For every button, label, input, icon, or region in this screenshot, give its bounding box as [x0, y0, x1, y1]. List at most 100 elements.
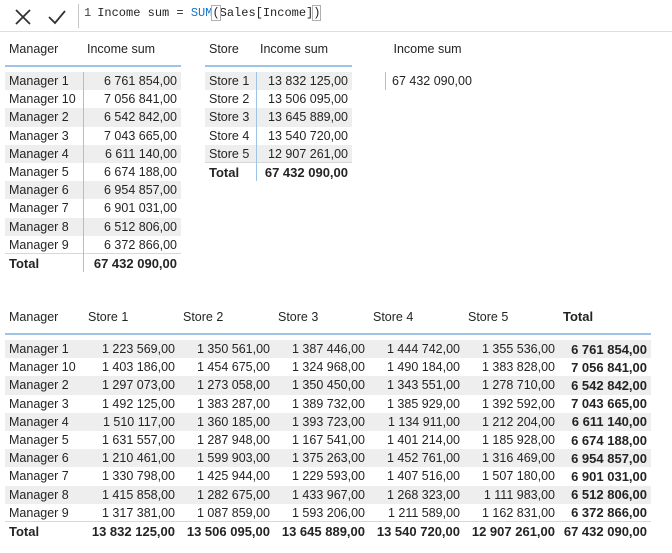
table-row: 67 432 090,00: [385, 72, 478, 91]
cell-value: 1 490 184,00: [387, 360, 460, 375]
column-header[interactable]: Store 5: [464, 300, 559, 334]
formula-bar: 1 Income sum = SUM(Sales[Income]): [0, 0, 672, 32]
total-value: 13 645 889,00: [274, 521, 369, 541]
column-header[interactable]: Store 1: [84, 300, 179, 334]
table-row: Manager 5 1 631 557,00 1 287 948,00 1 167 5…: [5, 431, 651, 449]
total-value: 13 832 125,00: [84, 521, 179, 541]
total-label: Total: [5, 253, 83, 273]
column-header[interactable]: Store 4: [369, 300, 464, 334]
column-header[interactable]: Manager: [5, 300, 84, 334]
store-income-table[interactable]: Store Income sum Store 1 13 832 125,00 Stor…: [205, 32, 352, 182]
total-row: Total 67 432 090,00: [5, 253, 181, 273]
table-header-row: Manager Store 1 Store 2 Store 3 Store 4 Store…: [5, 300, 651, 334]
table-row: Store 1 13 832 125,00: [205, 72, 352, 91]
cancel-button[interactable]: [10, 4, 36, 30]
row-label: Manager 10: [9, 360, 76, 375]
row-label: Manager 10: [9, 92, 76, 107]
line-number: 1: [84, 6, 92, 20]
manager-store-matrix[interactable]: Manager Store 1 Store 2 Store 3 Store 4 Store…: [5, 300, 651, 541]
cell-value: 13 645 889,00: [255, 108, 352, 127]
close-icon: [15, 9, 31, 25]
row-label: Manager 6: [5, 449, 84, 468]
table-row: Store 2 13 506 095,00: [205, 90, 352, 109]
table-header-row: Store Income sum: [205, 32, 352, 66]
total-value: 12 907 261,00: [464, 521, 559, 541]
cell-value: 1 223 569,00: [84, 340, 179, 359]
cell-value: 1 593 206,00: [292, 505, 365, 520]
column-header[interactable]: Store: [205, 32, 256, 66]
cell-value: 1 599 903,00: [179, 449, 274, 468]
total-value: 13 506 095,00: [179, 521, 274, 541]
cell-value: 6 372 866,00: [571, 505, 647, 521]
table-row: Manager 16 761 854,00: [5, 72, 181, 91]
column-header[interactable]: Income sum: [256, 32, 352, 66]
cell-value: 1 444 742,00: [369, 340, 464, 359]
cell-value: 1 433 967,00: [274, 485, 369, 504]
cell-value: 1 415 858,00: [84, 485, 179, 504]
column-header[interactable]: Store 3: [274, 300, 369, 334]
commit-button[interactable]: [44, 4, 70, 30]
income-sum-table[interactable]: Income sum 67 432 090,00: [385, 32, 478, 91]
table-row: Store 5 12 907 261,00: [205, 144, 352, 163]
table-row: Manager 7 6 901 031,00: [5, 199, 181, 218]
table-row: Manager 26 542 842,00: [5, 108, 181, 127]
cell-value: 6 512 806,00: [82, 217, 181, 236]
cell-value: 6 954 857,00: [82, 181, 181, 200]
cell-value: 1 403 186,00: [102, 360, 175, 375]
column-header[interactable]: Income sum: [83, 32, 181, 66]
row-label: Store 2: [209, 92, 250, 107]
table-header-row: Manager Income sum: [5, 32, 181, 66]
cell-value: 6 674 188,00: [571, 432, 647, 448]
table-row: Manager 5 6 674 188,00: [5, 162, 181, 182]
manager-income-table[interactable]: Manager Income sum Manager 16 761 854,00 M…: [5, 32, 181, 273]
measure-definition: Income sum =: [97, 6, 191, 20]
row-label: Manager 3: [9, 396, 69, 411]
row-label: Manager 1: [5, 72, 83, 91]
cell-value: 6 954 857,00: [559, 449, 651, 468]
row-label: Manager 4: [5, 144, 83, 163]
cell-value: 1 111 983,00: [464, 485, 559, 504]
column-header[interactable]: Manager: [5, 32, 83, 66]
table-row: Manager 9 6 372 866,00: [5, 235, 181, 254]
cell-value: 1 185 928,00: [482, 433, 555, 448]
cell-value: 1 392 592,00: [482, 396, 555, 411]
table-row: Manager 61 210 461,00 1 599 903,00 1 375 2…: [5, 449, 651, 468]
table-row: Manager 11 223 569,00 1 350 561,00 1 387 4…: [5, 340, 651, 359]
column-header[interactable]: Income sum: [386, 32, 478, 66]
cell-value: 6 611 140,00: [559, 412, 651, 431]
row-label: Manager 7: [9, 469, 69, 484]
table-row: Manager 3 1 492 125,00 1 383 287,00 1 389 7…: [5, 395, 651, 413]
cell-value: 12 907 261,00: [255, 144, 352, 163]
cell-value: 1 134 911,00: [369, 412, 464, 431]
cell-value: 1 393 723,00: [274, 412, 369, 431]
cell-value: 1 317 381,00: [102, 505, 175, 520]
cell-value: 1 425 944,00: [197, 469, 270, 484]
cell-value: 1 273 058,00: [179, 376, 274, 395]
cell-value: 1 385 929,00: [387, 396, 460, 411]
cell-value: 6 542 842,00: [82, 108, 181, 127]
cell-value: 1 229 593,00: [292, 469, 365, 484]
cell-value: 1 343 551,00: [369, 376, 464, 395]
total-value: 67 432 090,00: [559, 521, 651, 541]
row-label: Manager 9: [9, 237, 69, 252]
cell-value: 1 452 761,00: [369, 449, 464, 468]
cell-value: 7 056 841,00: [82, 90, 181, 109]
cell-value: 1 212 204,00: [464, 412, 559, 431]
check-icon: [48, 10, 66, 25]
cell-value: 1 350 561,00: [179, 340, 274, 359]
row-label: Manager 5: [9, 165, 69, 180]
row-label: Manager 8: [5, 485, 84, 504]
cell-value: 1 324 968,00: [292, 360, 365, 375]
cell-value: 6 901 031,00: [571, 468, 647, 484]
total-label: Total: [5, 521, 84, 541]
function-name: SUM: [190, 6, 213, 20]
total-label: Total: [205, 162, 256, 182]
column-header[interactable]: Store 2: [179, 300, 274, 334]
table-row: Manager 7 1 330 798,00 1 425 944,00 1 229 5…: [5, 467, 651, 485]
total-value: 67 432 090,00: [255, 162, 352, 182]
cell-value: 1 287 948,00: [197, 433, 270, 448]
table-row: Manager 3 7 043 665,00: [5, 126, 181, 145]
column-header[interactable]: Total: [559, 300, 651, 334]
cell-value: 6 542 842,00: [559, 376, 651, 395]
formula-input[interactable]: 1 Income sum = SUM(Sales[Income]): [84, 5, 322, 21]
